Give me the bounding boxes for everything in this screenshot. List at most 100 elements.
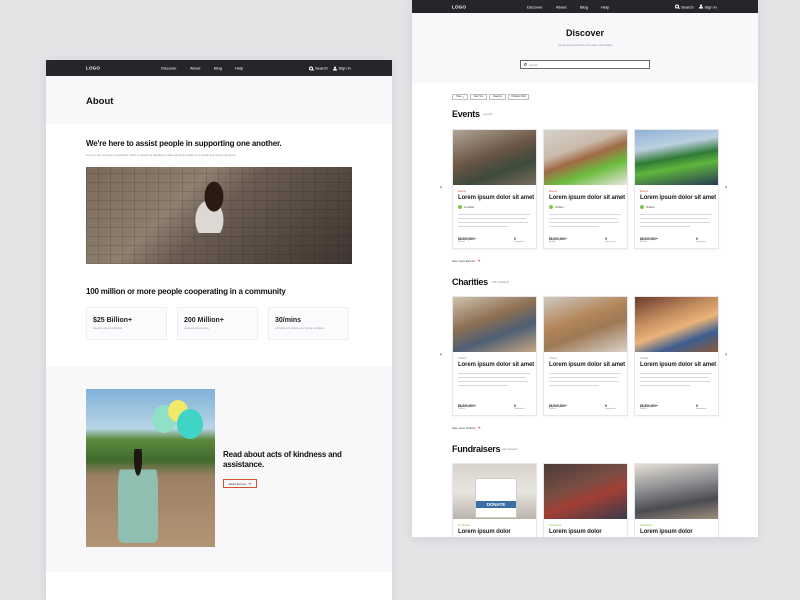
stats-heading: 100 million or more people cooperating i… <box>86 287 286 296</box>
filter-label: Near You <box>473 96 484 98</box>
charity-card-photo <box>635 297 718 352</box>
assist-heading: We're here to assist people in supportin… <box>86 139 282 148</box>
fundraiser-card-photo-donate-box: DONATE <box>453 464 536 519</box>
link-label: See more Events <box>452 258 476 263</box>
photo-girl-with-balloons <box>86 389 215 547</box>
card-category: Fundraiser <box>640 524 653 527</box>
carousel-next-events[interactable]: › <box>725 185 727 191</box>
card-amount-label: Raised <box>458 241 465 243</box>
stat-value: 200 Million+ <box>184 317 224 324</box>
search-placeholder: Search <box>529 62 538 67</box>
card-amount-label: Raised <box>549 408 556 410</box>
fundraiser-card-photo <box>544 464 627 519</box>
sign-in-button[interactable]: Sign in <box>699 4 717 9</box>
card-supporters-label: Supporters <box>696 408 707 410</box>
filter-category[interactable]: Category <box>489 94 506 100</box>
chevron-right-icon: › <box>725 352 727 358</box>
filter-near-you[interactable]: Near You <box>470 94 487 100</box>
nav-item-blog[interactable]: Blog <box>580 4 588 9</box>
top-nav: LOGO Discover About Blog Help Search Sig… <box>46 60 392 76</box>
card-title: Lorem ipsum dolor sit amet <box>640 362 717 368</box>
card-category: Charity <box>458 357 467 360</box>
text-line <box>640 381 710 382</box>
donate-box-label: DONATE <box>476 501 516 508</box>
event-card[interactable]: Events Lorem ipsum dolor sit amet Verifi… <box>634 129 719 249</box>
charity-card[interactable]: Charity Lorem ipsum dolor sit amet $8,50… <box>634 296 719 416</box>
fundraiser-card[interactable]: Fundraiser Lorem ipsum dolor <box>634 463 719 537</box>
card-supporters-label: Supporters <box>514 241 525 243</box>
discover-page-panel: LOGO Discover About Blog Help Search Sig… <box>412 0 758 537</box>
nav-item-blog[interactable]: Blog <box>214 66 222 71</box>
charity-card-photo <box>544 297 627 352</box>
carousel-prev-charities[interactable]: ‹ <box>440 352 442 358</box>
event-card[interactable]: Events Lorem ipsum dolor sit amet Verifi… <box>543 129 628 249</box>
card-category: Charity <box>549 357 558 360</box>
card-badge: Go Flash <box>458 205 474 209</box>
card-category: Fundraiser <box>458 524 471 527</box>
text-line <box>458 226 508 227</box>
page-title: Discover <box>565 28 605 38</box>
text-line <box>549 214 621 215</box>
carousel-next-charities[interactable]: › <box>725 352 727 358</box>
card-title: Lorem ipsum dolor <box>640 529 693 535</box>
fundraisers-count: (All causes) <box>502 447 518 451</box>
filter-date[interactable]: Date ▾ <box>452 94 468 100</box>
logo[interactable]: LOGO <box>452 4 466 9</box>
nav-item-help[interactable]: Help <box>235 66 243 71</box>
charity-card[interactable]: Charity Lorem ipsum dolor sit amet $8,50… <box>452 296 537 416</box>
stat-label: donations and counting <box>184 327 209 330</box>
text-line <box>458 385 508 386</box>
nav-item-about[interactable]: About <box>556 4 566 9</box>
carousel-prev-events[interactable]: ‹ <box>440 185 442 191</box>
search-button[interactable]: Search <box>309 66 328 71</box>
text-line <box>549 226 599 227</box>
text-line <box>640 226 690 227</box>
text-line <box>640 222 710 223</box>
assist-text: Let's turn this company to a powerful, w… <box>86 154 237 157</box>
badge-label: Go Flash <box>464 205 475 209</box>
event-card-photo <box>453 130 536 185</box>
stat-card-raised: $25 Billion+ raised by donors worldwide <box>86 307 167 340</box>
card-title: Lorem ipsum dolor <box>458 529 511 535</box>
fundraiser-card-photo <box>635 464 718 519</box>
filter-charities[interactable]: Charities Chal <box>508 94 529 100</box>
card-category: Events <box>458 190 466 193</box>
text-line <box>549 381 619 382</box>
card-title: Lorem ipsum dolor <box>549 529 602 535</box>
charity-card[interactable]: Charity Lorem ipsum dolor sit amet $8,50… <box>543 296 628 416</box>
page-subtitle: Get the causes that are in the area, com… <box>558 44 612 47</box>
user-icon <box>333 66 337 70</box>
card-category: Events <box>549 190 557 193</box>
nav-item-discover[interactable]: Discover <box>527 4 543 9</box>
fundraiser-card[interactable]: DONATE Fundraiser Lorem ipsum dolor <box>452 463 537 537</box>
filter-label: Charities Chal <box>511 96 526 98</box>
stat-value: 30/mins <box>275 317 302 324</box>
sign-in-button[interactable]: Sign in <box>333 66 351 71</box>
see-more-charity-link[interactable]: See more Charity ➔ <box>452 425 481 430</box>
text-line <box>640 218 708 219</box>
donate-box: DONATE <box>475 478 517 518</box>
nav-item-help[interactable]: Help <box>601 4 609 9</box>
about-page-panel: LOGO Discover About Blog Help Search Sig… <box>46 60 392 600</box>
read-stories-button[interactable]: Read Stories ➔ <box>223 479 257 488</box>
card-badge: Verified <box>640 205 654 209</box>
card-title: Lorem ipsum dolor sit amet <box>640 195 717 201</box>
card-title: Lorem ipsum dolor sit amet <box>549 362 626 368</box>
card-amount-label: Raised <box>458 408 465 410</box>
text-line <box>458 214 530 215</box>
arrow-right-icon: ➔ <box>477 425 481 430</box>
fundraiser-card[interactable]: Fundraiser Lorem ipsum dolor <box>543 463 628 537</box>
nav-item-discover[interactable]: Discover <box>161 66 177 71</box>
charity-card-photo <box>453 297 536 352</box>
search-button[interactable]: Search <box>675 4 694 9</box>
logo[interactable]: LOGO <box>86 66 100 71</box>
kindness-heading: Read about acts of kindness and assistan… <box>223 450 342 469</box>
event-card[interactable]: Events Lorem ipsum dolor sit amet Go Fla… <box>452 129 537 249</box>
nav-item-about[interactable]: About <box>190 66 200 71</box>
search-input[interactable]: Search <box>520 60 650 69</box>
card-amount-label: Raised <box>640 408 647 410</box>
stat-label: a fundraiser is started every minute wor… <box>275 327 324 330</box>
search-icon <box>309 66 313 70</box>
see-more-events-link[interactable]: See more Events ➔ <box>452 258 480 263</box>
text-line <box>549 385 599 386</box>
